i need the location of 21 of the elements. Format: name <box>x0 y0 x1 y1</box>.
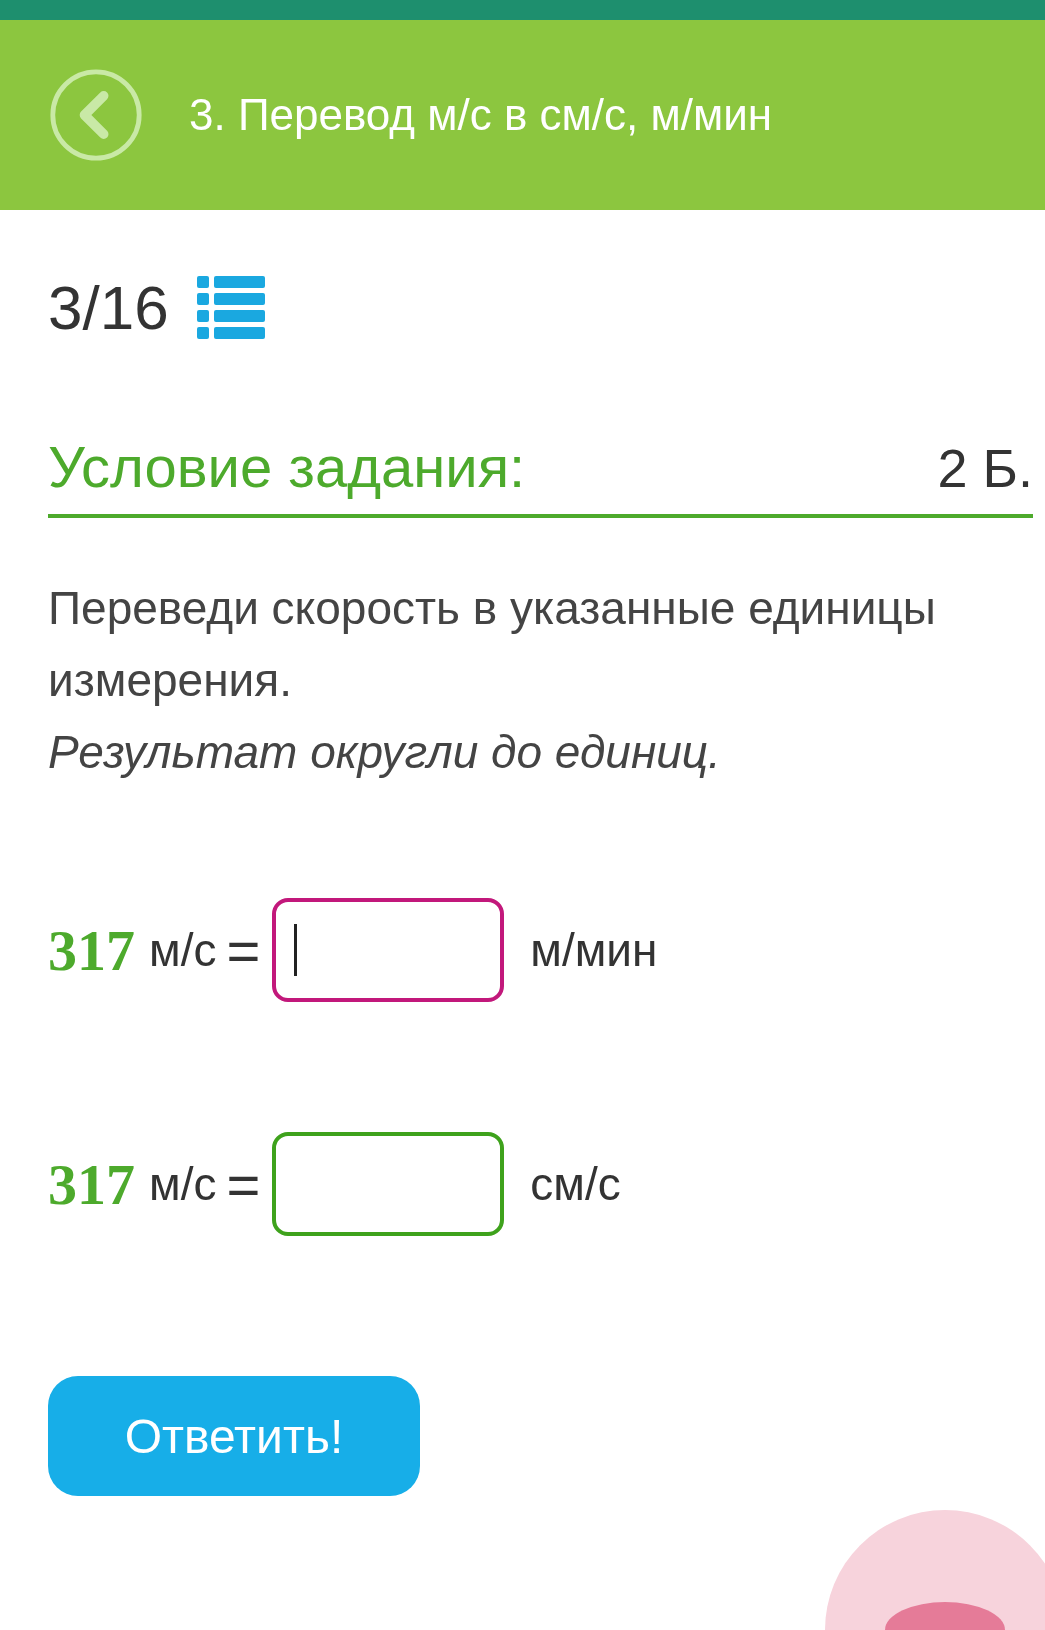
number-value: 317 <box>48 1150 135 1218</box>
unit-label: м/с <box>149 1157 217 1211</box>
task-heading: Условие задания: <box>48 433 526 500</box>
task-note: Результат округли до единиц. <box>48 725 722 780</box>
page-title: 3. Перевод м/с в см/с, м/мин <box>189 90 773 140</box>
back-icon[interactable] <box>48 67 144 163</box>
answer-field[interactable] <box>272 1132 505 1236</box>
unit-label: м/с <box>149 923 217 977</box>
answer-field[interactable] <box>272 898 505 1002</box>
unit-label: см/с <box>530 1157 621 1211</box>
equals-sign: = <box>226 916 261 984</box>
list-icon[interactable] <box>196 275 265 340</box>
unit-label: м/мин <box>530 923 658 977</box>
points-label: 2 Б. <box>937 437 1033 499</box>
floating-button[interactable] <box>825 1510 1045 1630</box>
number-value: 317 <box>48 916 135 984</box>
text-cursor <box>294 924 298 976</box>
submit-button[interactable]: Ответить! <box>48 1376 420 1496</box>
equals-sign: = <box>226 1150 261 1218</box>
task-text: Переведи скорость в указанные единицы измерения. <box>48 581 937 708</box>
question-counter: 3/16 <box>48 272 169 343</box>
